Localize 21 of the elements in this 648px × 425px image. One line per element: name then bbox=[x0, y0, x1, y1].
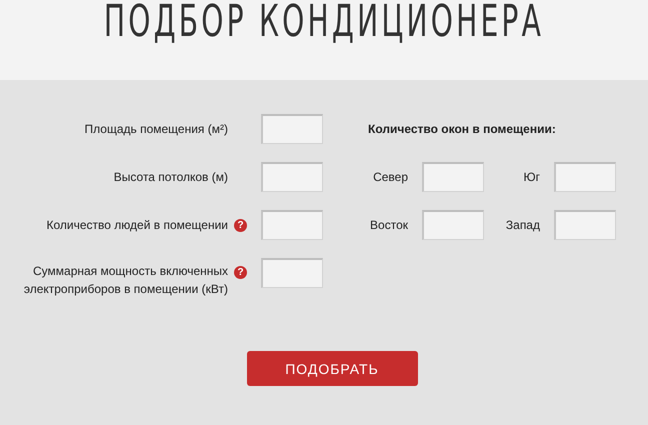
field-label: Суммарная мощность включенных электроприборов в помещении (кВт) bbox=[22, 263, 228, 298]
field-label: Юг bbox=[522, 170, 540, 184]
help-icon[interactable]: ? bbox=[234, 218, 247, 232]
help-icon[interactable]: ? bbox=[234, 266, 247, 279]
field-label: Восток bbox=[369, 218, 408, 232]
field-label: Количество людей в помещении bbox=[46, 217, 228, 234]
input-field[interactable] bbox=[261, 210, 323, 240]
field-label: Площадь помещения (м²) bbox=[84, 121, 228, 138]
input-field[interactable] bbox=[554, 162, 616, 192]
input-field[interactable] bbox=[554, 210, 616, 240]
submit-button[interactable]: ПОДОБРАТЬ bbox=[246, 351, 418, 386]
input-field[interactable] bbox=[261, 114, 323, 144]
field-label: Высота потолков (м) bbox=[112, 169, 228, 186]
input-field[interactable] bbox=[422, 162, 484, 192]
input-field[interactable] bbox=[261, 258, 323, 288]
page-title: ПОДБОР КОНДИЦИОНЕРА bbox=[104, 0, 544, 49]
field-label: Запад bbox=[504, 218, 540, 232]
input-field[interactable] bbox=[422, 210, 484, 240]
field-label: Север bbox=[372, 170, 408, 184]
input-field[interactable] bbox=[261, 162, 323, 192]
section-heading: Количество окон в помещении: bbox=[368, 122, 557, 136]
